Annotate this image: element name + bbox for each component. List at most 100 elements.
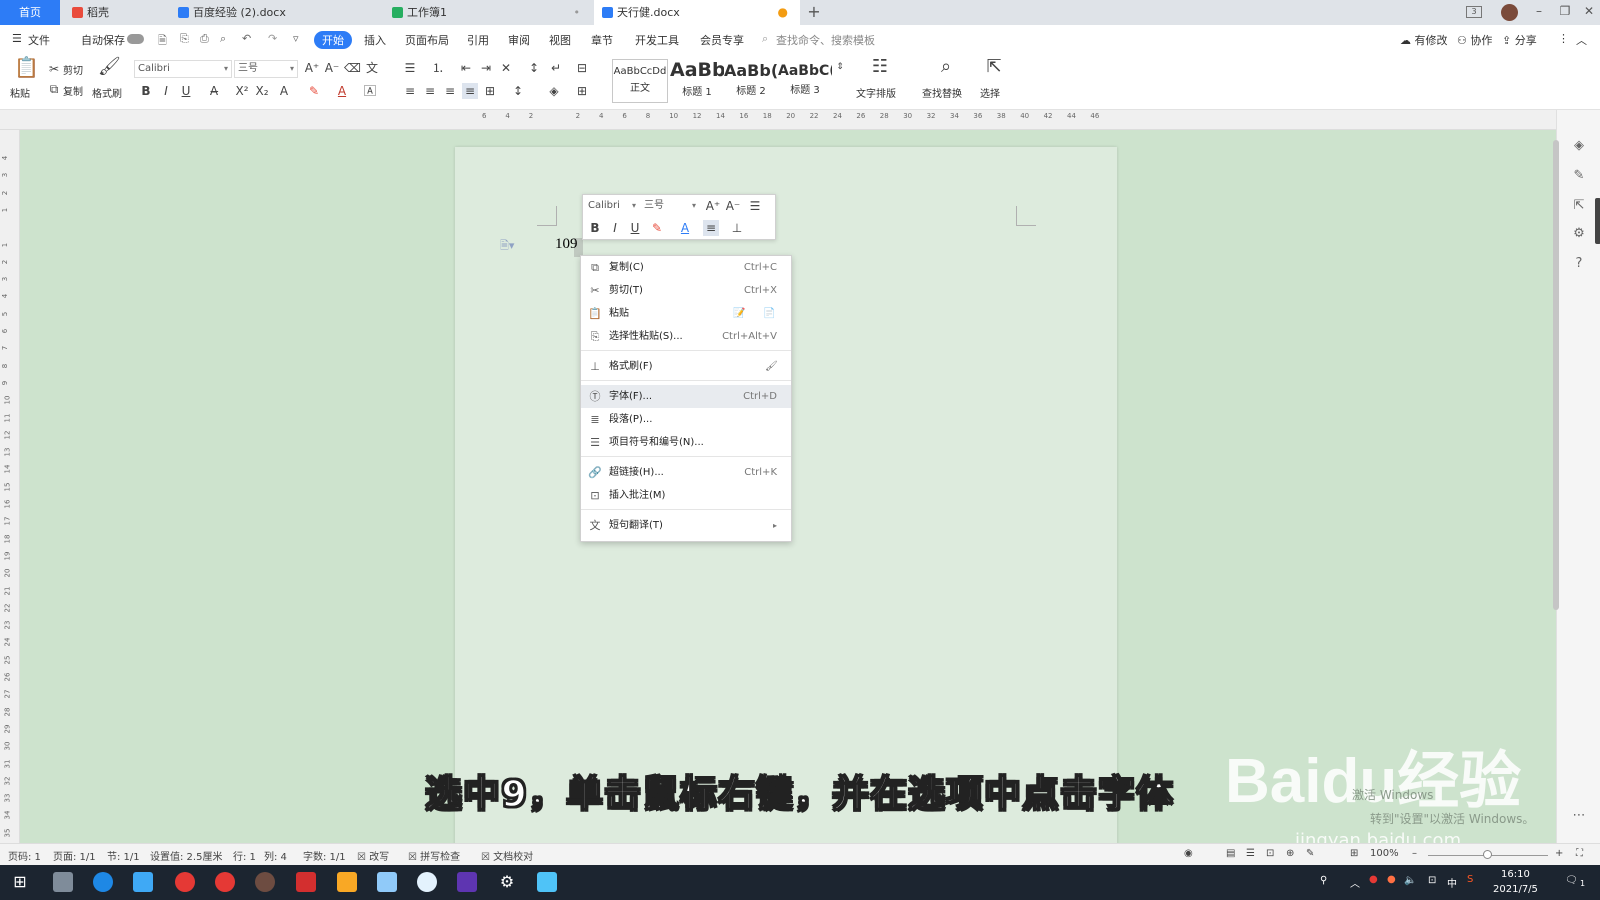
- taskbar-app-icon[interactable]: [53, 872, 73, 892]
- collapse-ribbon-icon[interactable]: ︿: [1576, 32, 1587, 48]
- command-search-input[interactable]: 查找命令、搜索模板: [776, 32, 875, 48]
- select-button[interactable]: 选择: [980, 85, 1000, 100]
- menu-start[interactable]: 开始: [314, 31, 352, 49]
- italic-icon[interactable]: I: [158, 83, 174, 99]
- ime-indicator[interactable]: 中: [1447, 875, 1457, 890]
- shrink-font-icon[interactable]: A⁻: [324, 60, 340, 76]
- ctx-paste-special[interactable]: ⎘ 选择性粘贴(S)... Ctrl+Alt+V: [581, 325, 791, 348]
- format-painter-button[interactable]: 格式刷: [92, 85, 122, 100]
- zoom-slider-thumb[interactable]: [1483, 850, 1492, 859]
- grow-font-icon[interactable]: A⁺: [304, 60, 320, 76]
- ctx-insert-comment[interactable]: ⊡ 插入批注(M): [581, 484, 791, 507]
- status-pages[interactable]: 页面: 1/1: [53, 848, 96, 863]
- cursor-icon[interactable]: ⇱: [984, 58, 1004, 76]
- style-heading1[interactable]: AaBb 标题 1: [670, 59, 724, 103]
- menu-review[interactable]: 审阅: [508, 32, 530, 48]
- bold-icon[interactable]: B: [587, 220, 603, 236]
- taskbar-app-icon[interactable]: [255, 872, 275, 892]
- tray-app-icon[interactable]: ●: [1387, 874, 1396, 885]
- media-player-icon[interactable]: [457, 872, 477, 892]
- show-marks-icon[interactable]: ↵: [548, 60, 564, 76]
- menu-file[interactable]: 文件: [28, 32, 50, 48]
- format-painter-icon[interactable]: 🖌: [765, 355, 778, 378]
- wps-icon[interactable]: [296, 872, 316, 892]
- status-revise[interactable]: ☒ 改写: [357, 848, 389, 863]
- globe-icon[interactable]: ⊕: [1286, 848, 1294, 859]
- ctx-copy[interactable]: ⧉ 复制(C) Ctrl+C: [581, 256, 791, 279]
- customize-icon[interactable]: ▿: [293, 32, 299, 45]
- volume-icon[interactable]: 🔈: [1404, 875, 1416, 886]
- close-window-button[interactable]: ✕: [1579, 4, 1599, 21]
- ctx-translate[interactable]: 文短句翻译(T) ▸: [581, 514, 791, 537]
- cut-button[interactable]: 剪切: [63, 62, 83, 77]
- numbering-icon[interactable]: ⒈: [430, 60, 446, 76]
- align-right-icon[interactable]: ≡: [442, 83, 458, 99]
- tab-doc-baidu[interactable]: 百度经验 (2).docx: [170, 0, 380, 25]
- shrink-font-icon[interactable]: A⁻: [725, 198, 741, 214]
- ctx-paragraph[interactable]: ≣ 段落(P)...: [581, 408, 791, 431]
- tab-active-doc[interactable]: 天行健.docx ●: [594, 0, 800, 25]
- text-layout-icon[interactable]: ☷: [870, 58, 890, 76]
- line-spacing-icon[interactable]: ↕: [510, 83, 526, 99]
- table-tab-icon[interactable]: ⊟: [574, 60, 590, 76]
- italic-icon[interactable]: I: [607, 220, 623, 236]
- align-left-icon[interactable]: ≡: [402, 83, 418, 99]
- chinese-layout-icon[interactable]: ✕: [498, 60, 514, 76]
- collaborate-button[interactable]: ⚇ 协作: [1457, 32, 1492, 48]
- taskbar-app-icon[interactable]: [93, 872, 113, 892]
- phonetic-icon[interactable]: 文: [364, 60, 380, 76]
- status-section[interactable]: 节: 1/1: [107, 848, 140, 863]
- pen-icon[interactable]: ✎: [1571, 168, 1587, 183]
- gear-icon[interactable]: ⚙: [497, 872, 517, 892]
- decrease-indent-icon[interactable]: ⇤: [458, 60, 474, 76]
- print-icon[interactable]: ⎙: [200, 32, 209, 46]
- style-panel-icon[interactable]: ◈: [1571, 138, 1587, 153]
- styles-more-icon[interactable]: ⇕: [832, 59, 848, 75]
- paragraph-handle-icon[interactable]: 🗎▾: [500, 237, 514, 256]
- borders-icon[interactable]: ⊞: [574, 83, 590, 99]
- undo-icon[interactable]: ↶: [242, 32, 251, 45]
- strikethrough-icon[interactable]: A̶: [206, 83, 222, 99]
- menu-member[interactable]: 会员专享: [700, 32, 744, 48]
- hamburger-icon[interactable]: ☰: [12, 32, 22, 45]
- chrome-icon[interactable]: [215, 872, 235, 892]
- taskbar-app-icon[interactable]: [377, 872, 397, 892]
- page-view-icon[interactable]: ▤: [1226, 848, 1235, 859]
- settings-sliders-icon[interactable]: ⚙: [1571, 226, 1587, 241]
- zoom-out-button[interactable]: –: [1412, 848, 1417, 859]
- underline-icon[interactable]: U: [178, 83, 194, 99]
- clock-time[interactable]: 16:10: [1501, 869, 1530, 880]
- ctx-hyperlink[interactable]: 🔗 超链接(H)... Ctrl+K: [581, 461, 791, 484]
- tab-count-badge[interactable]: 3: [1466, 6, 1482, 18]
- status-spellcheck[interactable]: ☒ 拼写检查: [408, 848, 460, 863]
- grow-font-icon[interactable]: A⁺: [705, 198, 721, 214]
- bold-icon[interactable]: B: [138, 83, 154, 99]
- tray-app-icon[interactable]: ●: [1369, 874, 1378, 885]
- ctx-format-painter[interactable]: ⊥ 格式刷(F) 🖌: [581, 355, 791, 378]
- paste-button[interactable]: 粘贴: [10, 85, 30, 100]
- bullets-icon[interactable]: ☰: [402, 60, 418, 76]
- text-effect-icon[interactable]: A: [276, 83, 292, 99]
- clock-date[interactable]: 2021/7/5: [1493, 884, 1538, 895]
- zoom-level[interactable]: 100%: [1370, 848, 1399, 859]
- find-replace-button[interactable]: 查找替换: [922, 85, 962, 100]
- taskbar-app-icon[interactable]: [417, 872, 437, 892]
- pen-mode-icon[interactable]: ✎: [1306, 848, 1314, 859]
- tab-sheet[interactable]: 工作簿1 •: [384, 0, 590, 25]
- ctx-font[interactable]: Ⓣ 字体(F)... Ctrl+D: [581, 385, 791, 408]
- style-heading2[interactable]: AaBb(标题 2: [724, 59, 778, 103]
- ctx-bullets[interactable]: ☰ 项目符号和编号(N)...: [581, 431, 791, 454]
- person-icon[interactable]: ⚲: [1320, 875, 1327, 886]
- fit-icon[interactable]: ⊞: [1350, 848, 1358, 859]
- modified-button[interactable]: ☁ 有修改: [1400, 32, 1448, 48]
- status-page-number[interactable]: 页码: 1: [8, 848, 41, 863]
- help-icon[interactable]: ?: [1571, 256, 1587, 271]
- scissors-icon[interactable]: ✂: [46, 61, 62, 77]
- fullscreen-icon[interactable]: ⛶: [1576, 848, 1583, 859]
- minimize-button[interactable]: –: [1529, 4, 1549, 21]
- font-name-select[interactable]: Calibri ▾: [134, 60, 232, 78]
- format-painter-icon[interactable]: 🖌: [98, 58, 121, 76]
- network-icon[interactable]: ⊡: [1428, 875, 1436, 886]
- paste-text-only-icon[interactable]: 📄: [763, 302, 775, 325]
- mini-font-size-select[interactable]: 三号 ▾: [641, 198, 699, 216]
